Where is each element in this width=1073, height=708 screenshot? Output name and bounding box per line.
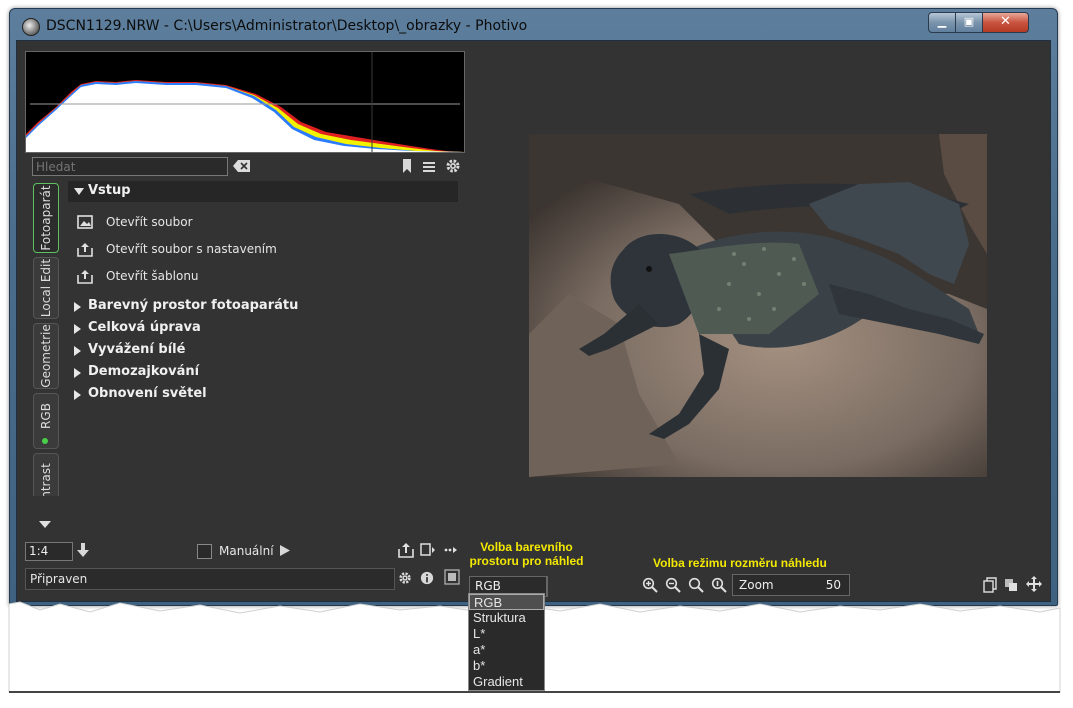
action-label: Otevřít šablonu — [106, 269, 199, 283]
bookmark-icon[interactable] — [401, 158, 413, 174]
tab-label: Local Edit — [39, 258, 53, 318]
dropdown-option-a[interactable]: a* — [469, 642, 544, 658]
settings-gear-icon[interactable] — [398, 571, 412, 585]
zoom-in-icon[interactable] — [642, 577, 658, 593]
tab-label: Fotoaparát — [39, 185, 53, 251]
zoom-mode-field[interactable]: Zoom 50 — [732, 574, 850, 596]
search-input[interactable] — [32, 157, 228, 176]
section-vstup-header[interactable]: Vstup — [68, 181, 458, 202]
action-label: Otevřít soubor — [106, 215, 193, 229]
maximize-button[interactable]: ▣ — [955, 12, 983, 33]
tab-label: RGB — [39, 402, 53, 429]
dropdown-option-l[interactable]: L* — [469, 626, 544, 642]
expanded-triangle-icon — [74, 188, 84, 195]
section-celkova-uprava[interactable]: Celková úprava — [68, 319, 458, 339]
arrow-down-icon[interactable] — [77, 543, 89, 557]
info-icon[interactable] — [420, 571, 434, 585]
zoom-mode-value: 50 — [825, 578, 841, 592]
zoom-100-icon[interactable] — [711, 577, 727, 593]
annotation-colorspace: Volba barevního prostoru pro náhled — [468, 540, 585, 568]
collapsed-triangle-icon — [74, 390, 81, 400]
status-bar: Připraven — [25, 568, 395, 590]
manual-label: Manuální — [219, 544, 274, 558]
colorspace-dropdown-list[interactable]: RGB Struktura L* a* b* Gradient — [468, 593, 545, 691]
collapsed-triangle-icon — [74, 346, 81, 356]
open-with-settings-icon — [77, 243, 93, 257]
tab-fotoaparat[interactable]: Fotoaparát — [33, 183, 59, 253]
more-options-icon[interactable] — [444, 545, 458, 555]
tab-label: ntrast — [39, 463, 53, 496]
section-title: Barevný prostor fotoaparátu — [88, 298, 299, 313]
select-divider — [546, 577, 547, 596]
action-label: Otevřít soubor s nastavením — [106, 242, 277, 256]
section-demozajkovani[interactable]: Demozajkování — [68, 363, 458, 383]
tab-local-edit[interactable]: Local Edit — [33, 257, 59, 319]
active-indicator-dot — [42, 438, 48, 444]
section-title: Vstup — [88, 183, 131, 198]
split-view-icon[interactable] — [1004, 578, 1018, 592]
annotation-zoom: Volba režimu rozměru náhledu — [653, 556, 827, 570]
tab-label: Geometrie — [39, 324, 53, 388]
section-obnoveni-svetel[interactable]: Obnovení světel — [68, 385, 458, 405]
section-title: Vyvážení bílé — [88, 342, 186, 357]
colorspace-value: RGB — [475, 579, 501, 593]
scroll-down-icon[interactable] — [39, 521, 51, 529]
annotation-line: Volba barevního — [480, 540, 573, 554]
open-template-button[interactable]: Otevřít šablonu — [77, 267, 277, 287]
dropdown-option-b[interactable]: b* — [469, 658, 544, 674]
section-barevny-prostor[interactable]: Barevný prostor fotoaparátu — [68, 297, 458, 317]
open-file-button[interactable]: Otevřít soubor — [77, 213, 277, 233]
section-title: Demozajkování — [88, 364, 200, 379]
tab-kontrast[interactable]: ntrast — [33, 453, 59, 496]
play-icon[interactable] — [280, 545, 290, 556]
zoom-ratio-field[interactable]: 1:4 — [25, 542, 73, 561]
image-preview[interactable] — [529, 134, 987, 477]
open-template-icon — [77, 270, 93, 284]
photivo-app-icon[interactable] — [22, 18, 40, 36]
section-title: Obnovení světel — [88, 386, 207, 401]
dropdown-option-rgb[interactable]: RGB — [469, 594, 544, 610]
open-file-with-settings-button[interactable]: Otevřít soubor s nastavením — [77, 240, 317, 260]
dropdown-option-struktura[interactable]: Struktura — [469, 610, 544, 626]
main-client-area: Fotoaparát Local Edit Geometrie RGB ntra… — [16, 40, 1051, 602]
section-title: Celková úprava — [88, 320, 201, 335]
clear-search-icon[interactable] — [233, 159, 251, 173]
tab-rgb[interactable]: RGB — [33, 393, 59, 449]
export-icon[interactable] — [398, 542, 414, 558]
minimize-button[interactable]: ▁ — [928, 12, 956, 33]
close-button[interactable]: ✕ — [982, 12, 1029, 33]
gear-icon[interactable] — [445, 158, 461, 174]
zoom-out-icon[interactable] — [665, 577, 681, 593]
tab-geometrie[interactable]: Geometrie — [33, 323, 59, 389]
collapsed-triangle-icon — [74, 302, 81, 312]
zoom-fit-icon[interactable] — [688, 577, 704, 593]
manual-checkbox[interactable] — [197, 544, 212, 559]
compare-icon[interactable] — [983, 577, 997, 593]
open-image-icon — [77, 215, 93, 229]
window-title: DSCN1129.NRW - C:\Users\Administrator\De… — [46, 18, 528, 34]
section-vyvazeni-bile[interactable]: Vyvážení bílé — [68, 341, 458, 361]
collapsed-triangle-icon — [74, 368, 81, 378]
application-window: DSCN1129.NRW - C:\Users\Administrator\De… — [9, 8, 1058, 606]
annotation-line: prostoru pro náhled — [469, 554, 584, 568]
title-bar[interactable]: DSCN1129.NRW - C:\Users\Administrator\De… — [10, 9, 1057, 43]
histogram — [25, 51, 465, 153]
fullscreen-icon[interactable] — [444, 569, 460, 585]
collapsed-triangle-icon — [74, 324, 81, 334]
batch-process-icon[interactable] — [420, 542, 436, 558]
zoom-mode-label: Zoom — [739, 578, 774, 592]
menu-icon[interactable] — [421, 159, 437, 175]
dropdown-option-gradient[interactable]: Gradient — [469, 674, 544, 690]
move-icon[interactable] — [1026, 576, 1042, 592]
